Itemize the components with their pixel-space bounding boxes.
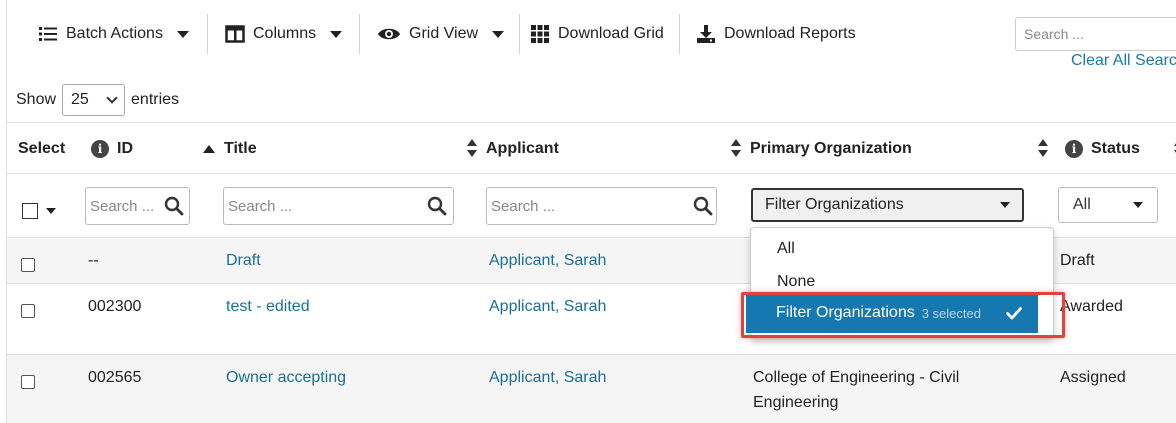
batch-actions-label: Batch Actions — [66, 25, 163, 42]
download-grid-button[interactable]: Download Grid — [530, 18, 664, 50]
clear-all-search-link[interactable]: Clear All Search — [1071, 52, 1176, 70]
toolbar-separator — [679, 14, 680, 54]
caret-down-icon — [176, 30, 189, 38]
status-filter-select[interactable]: All — [1058, 187, 1158, 223]
header-applicant-label: Applicant — [486, 140, 559, 157]
row-id: 002565 — [88, 369, 142, 386]
row-id: 002300 — [88, 298, 142, 315]
header-title[interactable]: Title — [224, 123, 257, 175]
row-checkbox[interactable] — [21, 304, 35, 318]
row-id: -- — [88, 252, 99, 269]
select-all-checkbox[interactable] — [22, 203, 38, 219]
status-filter-value: All — [1073, 196, 1091, 213]
dropdown-selected-count: 3 selected — [921, 305, 981, 321]
grid-view-label: Grid View — [409, 25, 479, 42]
caret-down-icon — [1133, 202, 1143, 208]
row-title-link[interactable]: test - edited — [226, 294, 310, 319]
caret-down-icon — [330, 30, 343, 38]
sort-icon[interactable] — [467, 139, 477, 159]
row-title-link[interactable]: Owner accepting — [226, 365, 346, 390]
checkmark-icon — [1006, 305, 1022, 321]
download-grid-label: Download Grid — [558, 25, 664, 42]
sort-icon[interactable] — [1038, 139, 1048, 159]
header-select-label: Select — [18, 140, 66, 157]
title-filter-input[interactable] — [223, 187, 454, 225]
grid-view-button[interactable]: Grid View — [377, 18, 505, 50]
header-status[interactable]: i Status — [1065, 123, 1140, 175]
row-checkbox[interactable] — [21, 258, 35, 272]
caret-down-icon — [492, 30, 505, 38]
dropdown-option-filter-organizations[interactable]: Filter Organizations 3 selected — [746, 293, 1038, 333]
columns-icon — [225, 24, 245, 44]
row-checkbox[interactable] — [21, 375, 35, 389]
header-applicant[interactable]: Applicant — [486, 123, 559, 175]
row-title-link[interactable]: Draft — [226, 248, 261, 273]
row-status: Awarded — [1060, 298, 1123, 315]
download-reports-button[interactable]: Download Reports — [696, 18, 856, 50]
caret-down-icon[interactable] — [46, 208, 56, 214]
table-row[interactable]: 002565 Owner accepting Applicant, Sarah … — [7, 355, 1176, 423]
toolbar: Batch Actions Columns Grid View Download… — [0, 0, 1176, 70]
sort-ascending-icon[interactable] — [203, 145, 215, 153]
row-org-line1: College of Engineering - Civil — [753, 369, 960, 386]
toolbar-separator — [519, 14, 520, 54]
entries-select[interactable]: 25 — [62, 84, 126, 116]
eye-icon — [377, 24, 401, 44]
row-applicant-link[interactable]: Applicant, Sarah — [489, 248, 606, 273]
header-primary-org-label: Primary Organization — [750, 140, 912, 157]
header-title-label: Title — [224, 140, 257, 157]
columns-label: Columns — [253, 25, 317, 42]
toolbar-separator — [359, 14, 360, 54]
info-icon[interactable]: i — [91, 140, 109, 158]
header-id[interactable]: i ID — [91, 123, 133, 175]
toolbar-separator — [207, 14, 208, 54]
download-reports-label: Download Reports — [724, 25, 856, 42]
batch-actions-button[interactable]: Batch Actions — [38, 18, 189, 50]
global-search-input[interactable] — [1015, 17, 1176, 51]
header-primary-organization[interactable]: Primary Organization — [750, 123, 912, 175]
row-status: Assigned — [1060, 369, 1126, 386]
select-all-control[interactable] — [22, 203, 56, 219]
search-icon — [693, 196, 713, 216]
search-icon — [164, 196, 184, 216]
applicant-filter-input[interactable] — [486, 187, 717, 225]
chevron-down-icon — [106, 92, 118, 104]
info-icon[interactable]: i — [1065, 140, 1083, 158]
header-id-label: ID — [117, 140, 133, 157]
sort-icon[interactable] — [731, 139, 741, 159]
grid-icon — [530, 24, 550, 44]
entries-value: 25 — [71, 91, 89, 108]
download-icon — [696, 24, 716, 44]
row-org-line2: Engineering — [753, 394, 839, 411]
organization-filter-select[interactable]: Filter Organizations — [751, 188, 1024, 222]
list-icon — [38, 24, 58, 44]
row-status: Draft — [1060, 252, 1095, 269]
entries-label: entries — [131, 91, 180, 108]
table-header: Select i ID Title Applicant Primary Orga… — [7, 122, 1176, 174]
row-applicant-link[interactable]: Applicant, Sarah — [489, 365, 606, 390]
header-select: Select — [18, 123, 65, 175]
caret-down-icon — [1000, 202, 1010, 208]
entries-control: Show 25 entries — [16, 84, 179, 116]
header-status-label: Status — [1091, 140, 1140, 157]
columns-button[interactable]: Columns — [225, 18, 343, 50]
row-applicant-link[interactable]: Applicant, Sarah — [489, 294, 606, 319]
dropdown-selected-label: Filter Organizations — [776, 304, 915, 321]
search-icon — [427, 196, 447, 216]
organization-filter-label: Filter Organizations — [765, 196, 904, 213]
dropdown-option-all[interactable]: All — [751, 234, 1053, 264]
show-label: Show — [16, 91, 57, 108]
